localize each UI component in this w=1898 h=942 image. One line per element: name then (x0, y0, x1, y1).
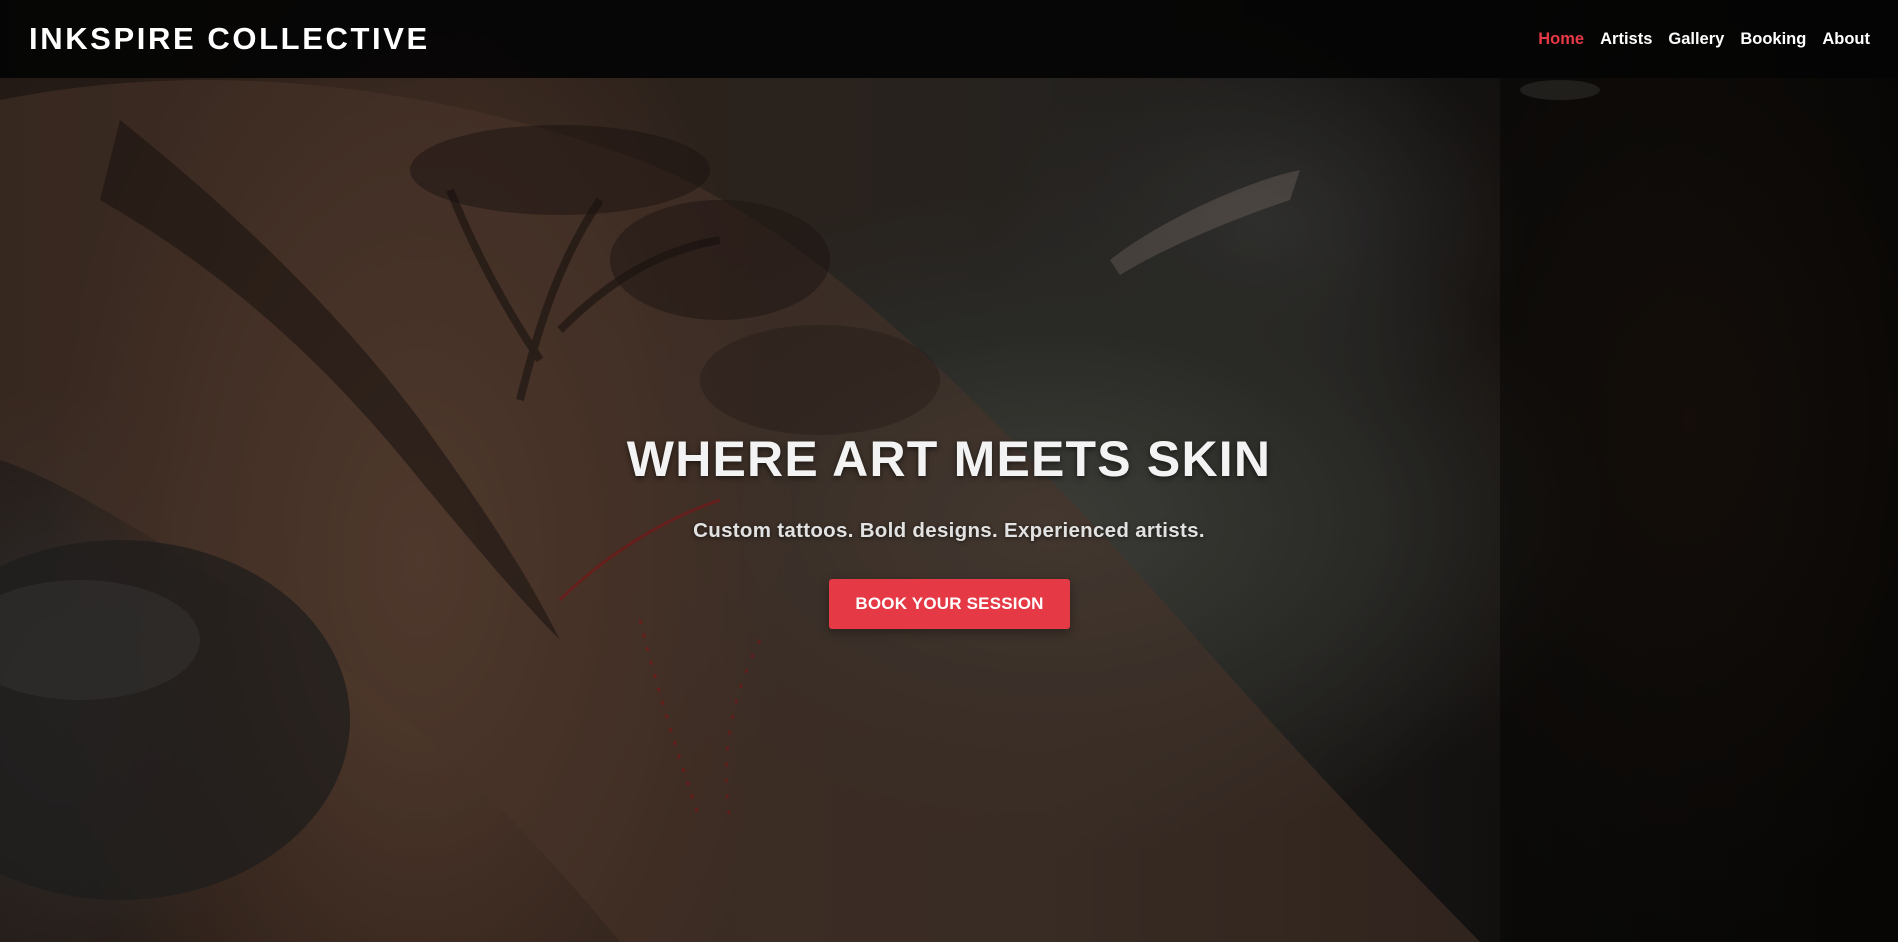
nav-item-gallery[interactable]: Gallery (1668, 30, 1724, 49)
brand-logo-text[interactable]: INKSPIRE COLLECTIVE (29, 21, 430, 57)
page: INKSPIRE COLLECTIVE Home Artists Gallery… (0, 0, 1898, 942)
hero-subtitle: Custom tattoos. Bold designs. Experience… (693, 519, 1205, 542)
hero-section: WHERE ART MEETS SKIN Custom tattoos. Bol… (0, 0, 1898, 942)
nav-item-home[interactable]: Home (1538, 30, 1584, 49)
nav-item-booking[interactable]: Booking (1740, 30, 1806, 49)
nav-links: Home Artists Gallery Booking About (1538, 30, 1870, 49)
navbar: INKSPIRE COLLECTIVE Home Artists Gallery… (0, 0, 1898, 78)
book-session-button[interactable]: BOOK YOUR SESSION (829, 579, 1070, 629)
hero-title: WHERE ART MEETS SKIN (626, 431, 1272, 487)
nav-item-about[interactable]: About (1822, 30, 1870, 49)
nav-item-artists[interactable]: Artists (1600, 30, 1652, 49)
